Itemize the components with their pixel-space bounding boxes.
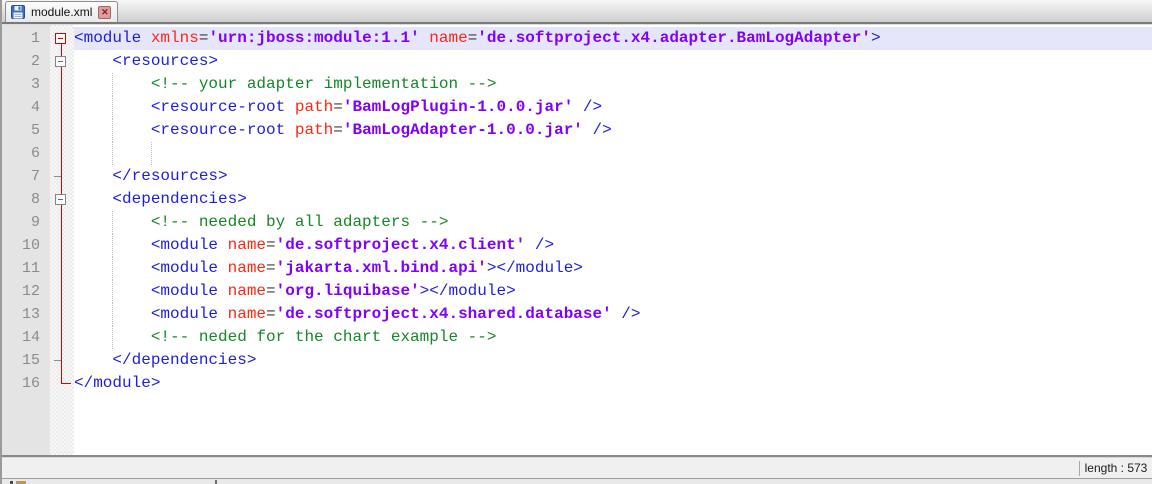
line-number: 14: [2, 326, 50, 349]
indent-guide: [112, 142, 113, 165]
code-text: <!-- needed by all adapters -->: [74, 211, 1152, 234]
fold-margin: [50, 96, 74, 119]
status-bar-left-section: [2, 458, 1079, 478]
code-text: [74, 142, 1152, 165]
fold-margin: [50, 165, 74, 188]
fold-margin: [50, 142, 74, 165]
fold-margin: [50, 257, 74, 280]
code-text: </module>: [74, 372, 1152, 395]
line-number: 8: [2, 188, 50, 211]
line-number: 1: [2, 27, 50, 50]
code-line[interactable]: 16 </module>: [2, 372, 1152, 395]
line-number: 16: [2, 372, 50, 395]
indent-guide: [112, 96, 113, 119]
indent-guide: [112, 326, 113, 349]
line-number: 9: [2, 211, 50, 234]
code-text: <dependencies>: [74, 188, 1152, 211]
indent-guide: [112, 257, 113, 280]
tab-module-xml[interactable]: module.xml ✕: [5, 1, 118, 22]
code-text: <module name='jakarta.xml.bind.api'></mo…: [74, 257, 1152, 280]
line-number: 3: [2, 73, 50, 96]
fold-margin: [50, 349, 74, 372]
line-number: 15: [2, 349, 50, 372]
code-line[interactable]: 5 <resource-root path='BamLogAdapter-1.0…: [2, 119, 1152, 142]
code-line[interactable]: 13 <module name='de.softproject.x4.share…: [2, 303, 1152, 326]
code-line[interactable]: 9 <!-- needed by all adapters -->: [2, 211, 1152, 234]
indent-guide: [112, 211, 113, 234]
cropped-background-strip: [2, 478, 1152, 484]
indent-guide: [112, 73, 113, 96]
code-text: <module name='org.liquibase'></module>: [74, 280, 1152, 303]
line-number: 11: [2, 257, 50, 280]
fold-margin[interactable]: [50, 50, 74, 73]
code-text: <!-- neded for the chart example -->: [74, 326, 1152, 349]
fold-margin: [50, 372, 74, 395]
indent-guide: [112, 303, 113, 326]
code-area: 1 <module xmlns='urn:jboss:module:1.1' na…: [2, 25, 1152, 395]
fold-collapse-icon[interactable]: [55, 56, 66, 67]
indent-guide: [112, 234, 113, 257]
code-text: </dependencies>: [74, 349, 1152, 372]
editor[interactable]: 1 <module xmlns='urn:jboss:module:1.1' na…: [2, 25, 1152, 455]
close-icon[interactable]: ✕: [98, 6, 111, 19]
indent-guide: [151, 142, 152, 165]
line-number: 10: [2, 234, 50, 257]
status-bar: length : 573: [2, 457, 1152, 478]
code-text: <module name='de.softproject.x4.client' …: [74, 234, 1152, 257]
status-length-indicator: length : 573: [1080, 461, 1152, 475]
code-line[interactable]: 8 <dependencies>: [2, 188, 1152, 211]
code-text: </resources>: [74, 165, 1152, 188]
fold-margin: [50, 280, 74, 303]
line-number: 5: [2, 119, 50, 142]
line-number: 12: [2, 280, 50, 303]
fold-margin[interactable]: [50, 27, 74, 50]
indent-guide: [112, 119, 113, 142]
fold-margin: [50, 119, 74, 142]
fold-margin: [50, 234, 74, 257]
code-line[interactable]: 14 <!-- neded for the chart example -->: [2, 326, 1152, 349]
line-number: 2: [2, 50, 50, 73]
code-line[interactable]: 10 <module name='de.softproject.x4.clien…: [2, 234, 1152, 257]
code-text: <module xmlns='urn:jboss:module:1.1' nam…: [74, 27, 1152, 50]
code-line[interactable]: 6: [2, 142, 1152, 165]
indent-guide: [112, 280, 113, 303]
code-line[interactable]: 3 <!-- your adapter implementation -->: [2, 73, 1152, 96]
notepad-plus-plus-window: module.xml ✕ 1 <module xmlns='urn:jboss:m…: [0, 0, 1152, 484]
code-text: <resource-root path='BamLogPlugin-1.0.0.…: [74, 96, 1152, 119]
line-number: 4: [2, 96, 50, 119]
code-line[interactable]: 7 </resources>: [2, 165, 1152, 188]
code-line[interactable]: 4 <resource-root path='BamLogPlugin-1.0.…: [2, 96, 1152, 119]
fold-margin: [50, 73, 74, 96]
fold-collapse-icon[interactable]: [55, 33, 66, 44]
code-line[interactable]: 2 <resources>: [2, 50, 1152, 73]
tab-title: module.xml: [29, 5, 94, 19]
fold-margin: [50, 211, 74, 234]
fold-margin[interactable]: [50, 188, 74, 211]
tab-bar: module.xml ✕: [2, 0, 1152, 22]
fold-margin: [50, 326, 74, 349]
code-line[interactable]: 1 <module xmlns='urn:jboss:module:1.1' na…: [2, 27, 1152, 50]
code-text: <!-- your adapter implementation -->: [74, 73, 1152, 96]
code-line[interactable]: 15 </dependencies>: [2, 349, 1152, 372]
fold-margin: [50, 303, 74, 326]
fold-collapse-icon[interactable]: [55, 194, 66, 205]
code-line[interactable]: 11 <module name='jakarta.xml.bind.api'><…: [2, 257, 1152, 280]
code-line[interactable]: 12 <module name='org.liquibase'></module…: [2, 280, 1152, 303]
code-text: <resources>: [74, 50, 1152, 73]
code-text: <module name='de.softproject.x4.shared.d…: [74, 303, 1152, 326]
code-text: <resource-root path='BamLogAdapter-1.0.0…: [74, 119, 1152, 142]
line-number: 6: [2, 142, 50, 165]
line-number: 13: [2, 303, 50, 326]
saved-floppy-icon: [11, 5, 25, 19]
line-number: 7: [2, 165, 50, 188]
